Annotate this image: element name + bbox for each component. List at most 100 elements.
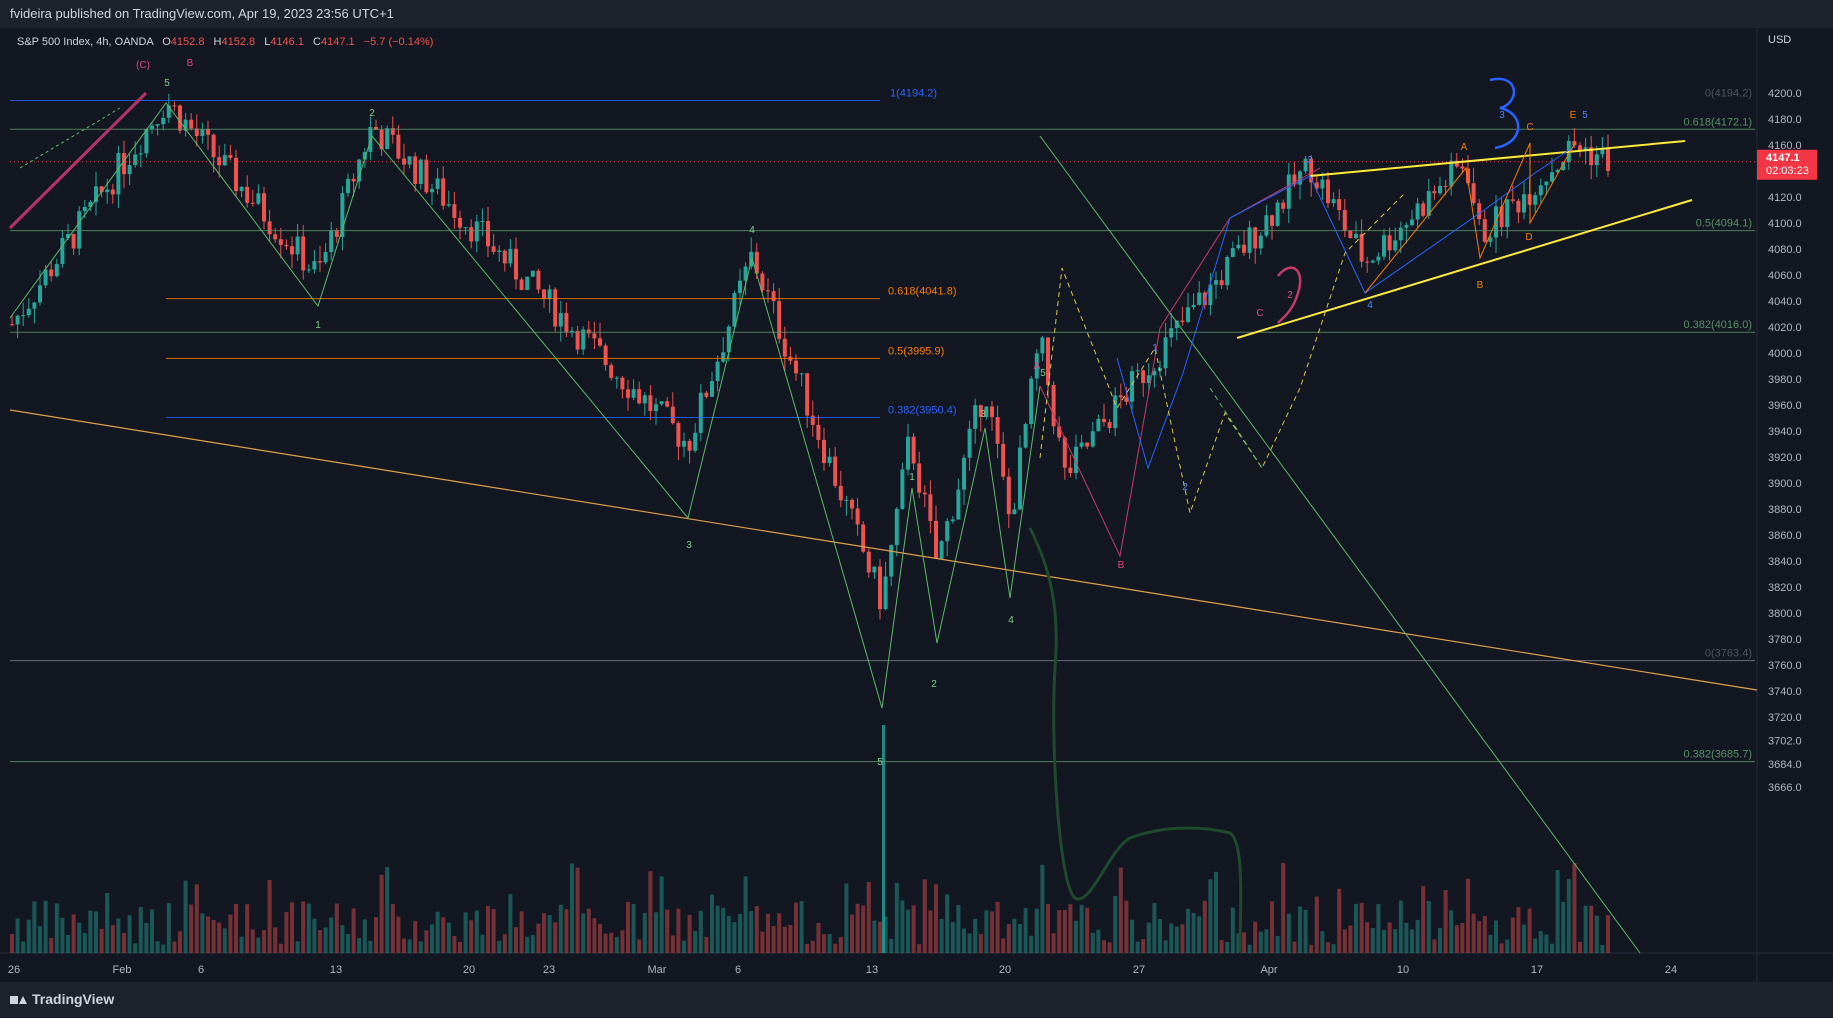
candle-body — [1018, 447, 1022, 510]
candle-body — [430, 188, 434, 193]
candle-body — [855, 508, 860, 525]
price-tick-label: 3666.0 — [1768, 782, 1802, 794]
candle-body — [1516, 200, 1521, 213]
candle-body — [530, 270, 535, 277]
candle-body — [939, 541, 944, 559]
candle-body — [301, 236, 306, 271]
volume-bar — [939, 919, 944, 953]
wave-label: A — [1461, 142, 1468, 153]
green-trendline[interactable] — [1039, 135, 1641, 954]
candle-body — [329, 230, 334, 253]
candle-body — [71, 234, 76, 249]
candle-body — [1270, 215, 1274, 226]
volume-bar — [1309, 944, 1314, 953]
candle-body — [222, 155, 227, 166]
volume-bar — [138, 907, 143, 953]
candle-body — [273, 234, 278, 240]
volume-bar — [368, 940, 373, 953]
volume-bar — [290, 902, 294, 953]
volume-bar — [866, 881, 871, 953]
volume-bar — [82, 933, 87, 953]
candle-body — [161, 117, 166, 125]
candle-body — [413, 156, 418, 185]
candle-body — [1404, 225, 1409, 228]
volume-bar — [911, 905, 916, 953]
time-tick-label: 24 — [1665, 964, 1677, 976]
volume-bar — [1096, 929, 1101, 953]
volume-bar — [262, 930, 266, 953]
time-tick-label: 27 — [1133, 964, 1145, 976]
candle-body — [1544, 181, 1549, 186]
candle-body — [715, 361, 720, 382]
candle-body — [738, 280, 742, 294]
volume-bar — [306, 903, 311, 953]
candle-body — [631, 389, 636, 398]
candle-body — [1331, 199, 1336, 204]
candle-body — [670, 406, 675, 424]
volume-bar — [1085, 907, 1090, 953]
candle-body — [1438, 185, 1442, 194]
tradingview-logo[interactable]: TradingView — [10, 982, 114, 1017]
candle-body — [110, 189, 115, 195]
chart-area[interactable]: USD S&P 500 Index, 4h, OANDA O4152.8 H41… — [0, 28, 1833, 982]
volume-bar — [1141, 939, 1146, 953]
volume-bar — [575, 867, 580, 953]
volume-bar — [1113, 895, 1118, 953]
candle-body — [777, 301, 782, 339]
volume-bar — [1314, 896, 1319, 953]
volume-bar — [1197, 916, 1202, 953]
candle-body — [665, 401, 670, 407]
volume-bar — [424, 930, 429, 953]
time-tick-label: 17 — [1531, 964, 1543, 976]
volume-bar — [256, 937, 261, 953]
volume-bar — [15, 918, 20, 953]
candle-body — [614, 377, 619, 379]
volume-bar — [1001, 938, 1006, 953]
wave-zigzag-green — [9, 102, 1041, 709]
candle-body — [60, 237, 65, 265]
wave-label: 3 — [1499, 110, 1505, 121]
publish-info: fvideira published on TradingView.com, A… — [10, 6, 394, 21]
orange-trendline[interactable] — [9, 409, 1758, 691]
chart-svg[interactable]: USD S&P 500 Index, 4h, OANDA O4152.8 H41… — [0, 28, 1833, 982]
price-tick-label: 3940.0 — [1768, 426, 1802, 438]
volume-bar — [687, 914, 692, 953]
candle-body — [1410, 219, 1414, 226]
volume-bar — [340, 925, 345, 953]
candle-body — [38, 285, 42, 303]
wedge-lower-line[interactable] — [1236, 199, 1693, 339]
volume-bar — [536, 923, 541, 953]
candle-body — [105, 189, 110, 193]
candle-body — [1046, 337, 1050, 385]
volume-bar — [676, 908, 681, 953]
candle-body — [1051, 384, 1056, 427]
volume-bar — [1477, 921, 1482, 953]
candle-body — [1191, 304, 1196, 308]
volume-bar — [390, 903, 395, 953]
time-tick-label: 20 — [463, 964, 475, 976]
candle-body — [889, 544, 894, 577]
symbol-legend: S&P 500 Index, 4h, OANDA O4152.8 H4152.8… — [17, 36, 433, 48]
candle-body — [1432, 191, 1437, 194]
wave-label: E — [1570, 110, 1577, 121]
candle-body — [407, 156, 412, 165]
time-tick-label: 10 — [1397, 964, 1409, 976]
candle-body — [1471, 183, 1476, 204]
candle-body — [962, 457, 966, 490]
volume-bar — [161, 944, 166, 953]
candle-body — [519, 279, 524, 291]
volume-bar — [1191, 912, 1196, 953]
time-tick-label: 13 — [866, 964, 878, 976]
candle-body — [850, 499, 854, 509]
candle-body — [1443, 185, 1448, 187]
price-tick-label: 4180.0 — [1768, 114, 1802, 126]
volume-bar — [894, 882, 899, 953]
candle-body — [782, 338, 787, 357]
candle-body — [547, 289, 552, 300]
volume-bar — [698, 910, 703, 953]
candle-body — [659, 401, 664, 405]
volume-bar — [928, 910, 933, 953]
candle-body — [603, 345, 608, 366]
candle-body — [514, 248, 518, 280]
volume-bar — [1538, 931, 1543, 953]
